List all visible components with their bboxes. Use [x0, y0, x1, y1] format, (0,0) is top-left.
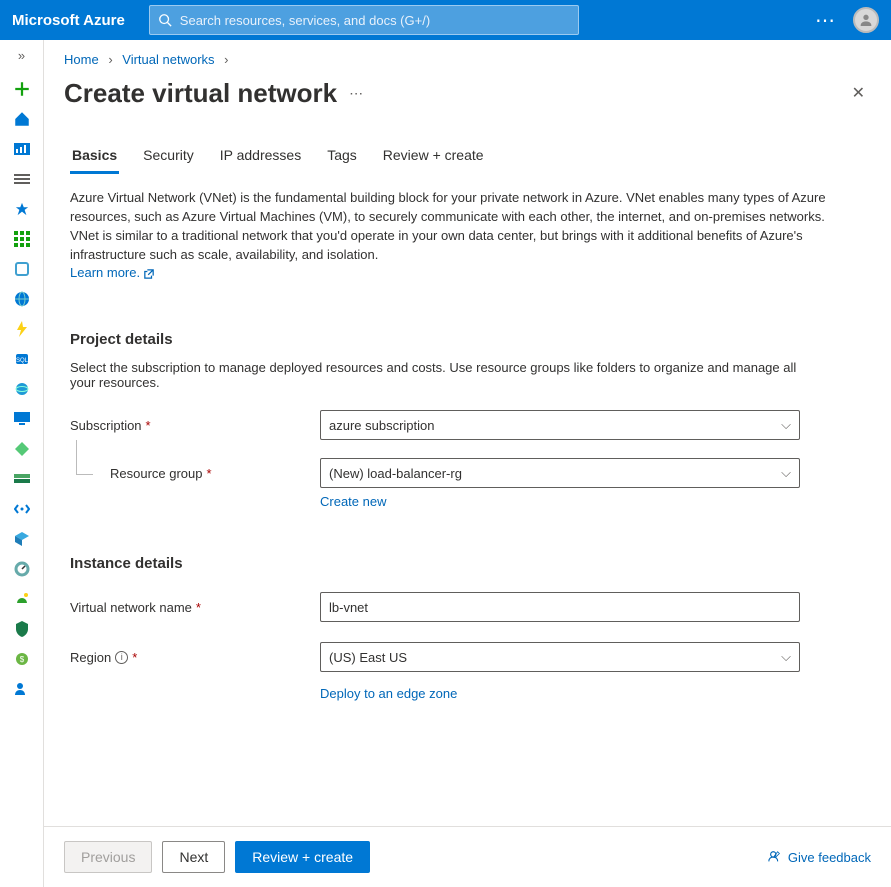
vnet-icon[interactable]: [12, 499, 32, 519]
deploy-edge-zone-link[interactable]: Deploy to an edge zone: [320, 686, 457, 701]
subscription-select[interactable]: azure subscription ⌵: [320, 410, 800, 440]
region-label: Region: [70, 650, 111, 665]
help-icon[interactable]: [12, 679, 32, 699]
resource-groups-icon[interactable]: [12, 259, 32, 279]
chevron-down-icon: ⌵: [781, 417, 791, 433]
tab-review-create[interactable]: Review + create: [381, 141, 486, 174]
review-create-button[interactable]: Review + create: [235, 841, 370, 873]
aad-icon[interactable]: [12, 529, 32, 549]
learn-more-link[interactable]: Learn more.: [70, 264, 154, 283]
tab-ip-addresses[interactable]: IP addresses: [218, 141, 303, 174]
svg-text:SQL: SQL: [15, 358, 28, 364]
give-feedback-link[interactable]: Give feedback: [768, 850, 871, 865]
resource-group-select[interactable]: (New) load-balancer-rg ⌵: [320, 458, 800, 488]
next-button[interactable]: Next: [162, 841, 225, 873]
tab-basics[interactable]: Basics: [70, 141, 119, 174]
create-resource-icon[interactable]: [12, 79, 32, 99]
tab-tags[interactable]: Tags: [325, 141, 359, 174]
global-search-input[interactable]: Search resources, services, and docs (G+…: [149, 5, 579, 35]
region-select[interactable]: (US) East US ⌵: [320, 642, 800, 672]
required-marker: *: [207, 466, 212, 481]
required-marker: *: [146, 418, 151, 433]
project-details-desc: Select the subscription to manage deploy…: [70, 360, 810, 390]
create-new-rg-link[interactable]: Create new: [320, 494, 386, 509]
intro-text: Azure Virtual Network (VNet) is the fund…: [70, 190, 826, 262]
resource-group-value: (New) load-balancer-rg: [329, 466, 462, 481]
tab-bar: Basics Security IP addresses Tags Review…: [62, 141, 873, 175]
breadcrumb-home[interactable]: Home: [64, 52, 99, 67]
security-icon[interactable]: [12, 619, 32, 639]
top-bar: Microsoft Azure Search resources, servic…: [0, 0, 891, 40]
favorite-star-icon[interactable]: [12, 199, 32, 219]
resource-group-label: Resource group: [110, 466, 203, 481]
instance-details-heading: Instance details: [70, 555, 865, 572]
storage-icon[interactable]: [12, 469, 32, 489]
close-panel-button[interactable]: ✕: [846, 77, 871, 109]
cosmos-icon[interactable]: [12, 379, 32, 399]
tab-security[interactable]: Security: [141, 141, 196, 174]
page-title: Create virtual network: [64, 78, 337, 109]
search-placeholder: Search resources, services, and docs (G+…: [180, 13, 430, 28]
vnet-name-value: lb-vnet: [329, 600, 368, 615]
breadcrumb-sep: ›: [108, 52, 112, 67]
left-nav: » SQL $: [0, 40, 44, 887]
main-panel: Home › Virtual networks › Create virtual…: [44, 40, 891, 887]
svg-text:$: $: [19, 655, 24, 664]
chevron-down-icon: ⌵: [781, 649, 791, 665]
page-more-button[interactable]: ⋯: [349, 85, 365, 102]
monitor-icon[interactable]: [12, 559, 32, 579]
footer-bar: Previous Next Review + create Give feedb…: [44, 826, 891, 887]
functions-icon[interactable]: [12, 319, 32, 339]
external-link-icon: [144, 269, 154, 279]
all-resources-icon[interactable]: [12, 229, 32, 249]
previous-button: Previous: [64, 841, 152, 873]
info-icon[interactable]: i: [115, 651, 128, 664]
search-icon: [158, 13, 172, 27]
all-services-icon[interactable]: [12, 169, 32, 189]
globe-icon[interactable]: [12, 289, 32, 309]
load-balancer-icon[interactable]: [12, 439, 32, 459]
vnet-name-input[interactable]: lb-vnet: [320, 592, 800, 622]
home-icon[interactable]: [12, 109, 32, 129]
breadcrumb: Home › Virtual networks ›: [44, 40, 891, 73]
region-value: (US) East US: [329, 650, 407, 665]
required-marker: *: [132, 650, 137, 665]
feedback-icon: [768, 850, 782, 864]
required-marker: *: [196, 600, 201, 615]
vnet-name-label: Virtual network name: [70, 600, 192, 615]
sql-icon[interactable]: SQL: [12, 349, 32, 369]
advisor-icon[interactable]: [12, 589, 32, 609]
vm-icon[interactable]: [12, 409, 32, 429]
breadcrumb-sep: ›: [224, 52, 228, 67]
user-avatar[interactable]: [853, 7, 879, 33]
chevron-down-icon: ⌵: [781, 465, 791, 481]
project-details-heading: Project details: [70, 331, 865, 348]
subscription-value: azure subscription: [329, 418, 435, 433]
subscription-label: Subscription: [70, 418, 142, 433]
expand-nav-icon[interactable]: »: [18, 48, 25, 63]
cost-icon[interactable]: $: [12, 649, 32, 669]
more-menu-button[interactable]: ⋯: [815, 8, 837, 33]
breadcrumb-virtual-networks[interactable]: Virtual networks: [122, 52, 214, 67]
brand-label: Microsoft Azure: [12, 12, 125, 29]
dashboard-icon[interactable]: [12, 139, 32, 159]
